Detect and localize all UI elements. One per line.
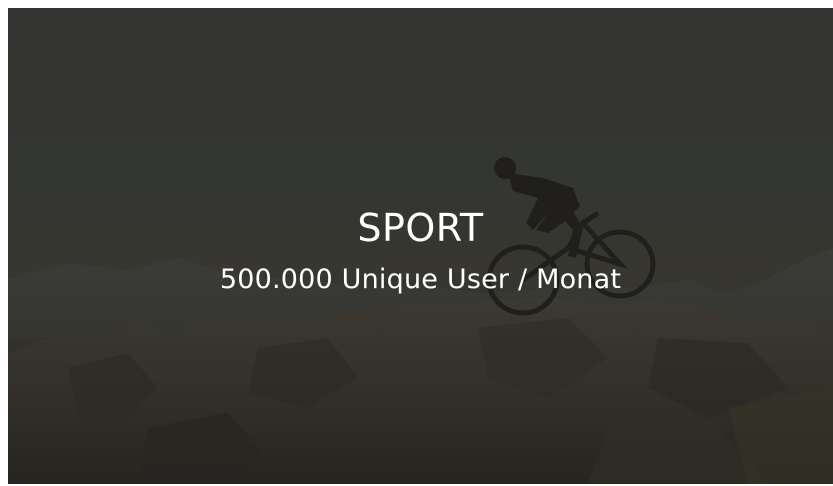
tile-subtitle: 500.000 Unique User / Monat bbox=[219, 264, 622, 295]
tile-caption: SPORT 500.000 Unique User / Monat bbox=[8, 204, 833, 300]
tile-title: SPORT bbox=[357, 206, 484, 250]
category-tile-sport[interactable]: SPORT 500.000 Unique User / Monat bbox=[8, 8, 833, 484]
